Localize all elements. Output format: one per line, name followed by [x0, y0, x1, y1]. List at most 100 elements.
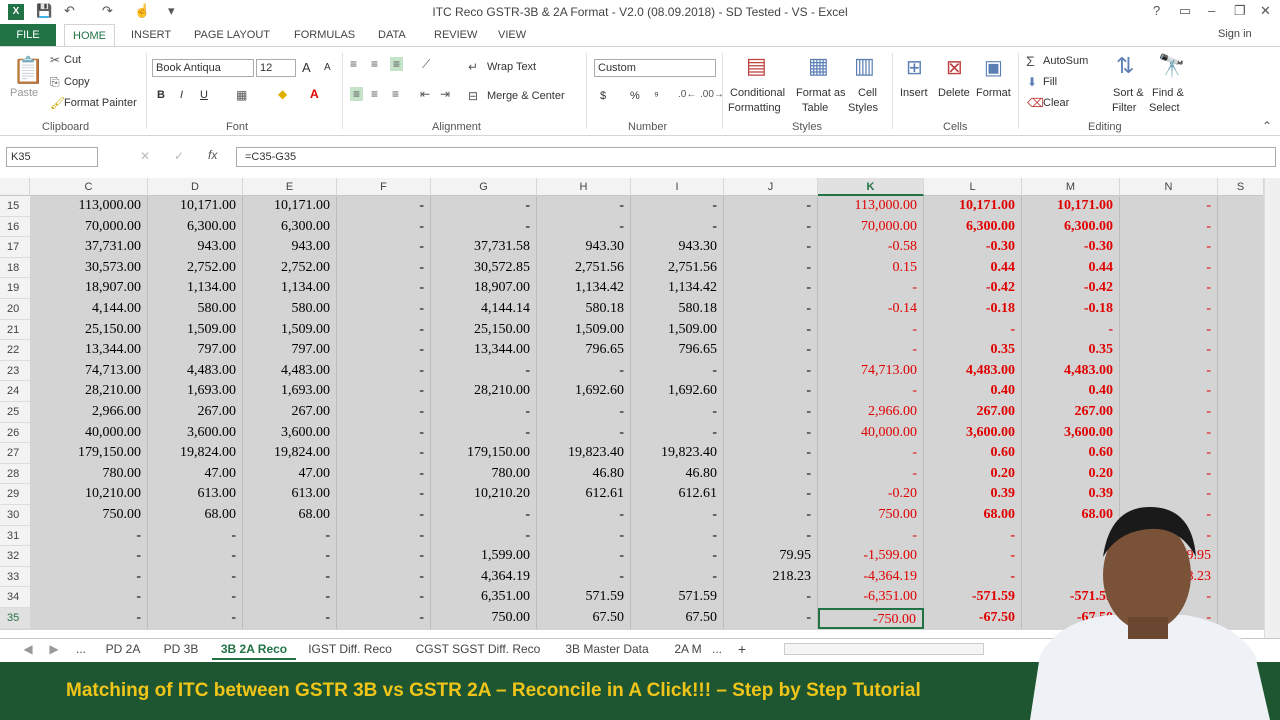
cell-e18[interactable]: 2,752.00	[243, 257, 337, 279]
cell-m17[interactable]: -0.30	[1022, 237, 1120, 258]
cell-k28[interactable]: -	[818, 463, 924, 485]
cell-d25[interactable]: 267.00	[148, 402, 243, 423]
cell-n16[interactable]: -	[1120, 216, 1218, 238]
cell-m15[interactable]: 10,171.00	[1022, 196, 1120, 217]
format-as-table-label-2[interactable]: Table	[802, 102, 828, 114]
cell-f22[interactable]: -	[337, 340, 431, 361]
delete-cells-button[interactable]: Delete	[938, 87, 970, 99]
row-header[interactable]: 20	[0, 299, 30, 320]
align-middle-icon[interactable]: ≡	[371, 57, 378, 71]
cell-d35[interactable]: -	[148, 608, 243, 629]
cell-j30[interactable]: -	[724, 505, 818, 526]
cell-g25[interactable]: -	[431, 402, 537, 423]
percent-button[interactable]: %	[630, 90, 640, 102]
format-painter-button[interactable]: Format Painter	[64, 97, 137, 109]
cell-h26[interactable]: -	[537, 422, 631, 444]
cell-g33[interactable]: 4,364.19	[431, 566, 537, 588]
cell-d15[interactable]: 10,171.00	[148, 196, 243, 217]
cell-c20[interactable]: 4,144.00	[30, 299, 148, 320]
cell-k30[interactable]: 750.00	[818, 505, 924, 526]
format-as-table-icon[interactable]: ▦	[808, 53, 829, 79]
cell-c31[interactable]: -	[30, 525, 148, 547]
cell-h22[interactable]: 796.65	[537, 340, 631, 361]
cell-n25[interactable]: -	[1120, 402, 1218, 423]
orientation-icon[interactable]: ⟋	[422, 57, 430, 72]
cell-c27[interactable]: 179,150.00	[30, 443, 148, 464]
column-header-d[interactable]: D	[148, 178, 243, 196]
decrease-indent-icon[interactable]: ⇤	[420, 87, 430, 101]
sheet-nav-more[interactable]: ...	[70, 639, 92, 660]
row-header[interactable]: 23	[0, 360, 30, 382]
cell-h31[interactable]: -	[537, 525, 631, 547]
close-icon[interactable]: ✕	[1260, 3, 1271, 19]
cell-g21[interactable]: 25,150.00	[431, 319, 537, 341]
column-header-c[interactable]: C	[30, 178, 148, 196]
grow-font-button[interactable]: A	[302, 60, 311, 75]
cell-h33[interactable]: -	[537, 566, 631, 588]
increase-decimal-icon[interactable]: .0←	[678, 89, 696, 100]
cell-m25[interactable]: 267.00	[1022, 402, 1120, 423]
cell-c18[interactable]: 30,573.00	[30, 257, 148, 279]
cell-n24[interactable]: -	[1120, 381, 1218, 402]
cell-l25[interactable]: 267.00	[924, 402, 1022, 423]
cell-m22[interactable]: 0.35	[1022, 340, 1120, 361]
cell-l34[interactable]: -571.59	[924, 587, 1022, 608]
column-header-n[interactable]: N	[1120, 178, 1218, 196]
cell-e29[interactable]: 613.00	[243, 484, 337, 505]
row-header[interactable]: 31	[0, 525, 30, 547]
increase-indent-icon[interactable]: ⇥	[440, 87, 450, 101]
cell-h30[interactable]: -	[537, 505, 631, 526]
autosum-icon[interactable]: Σ	[1026, 53, 1035, 69]
cell-j34[interactable]: -	[724, 587, 818, 608]
insert-cells-icon[interactable]: ⊞	[906, 55, 923, 80]
cell-l18[interactable]: 0.44	[924, 257, 1022, 279]
cell-f32[interactable]: -	[337, 546, 431, 567]
name-box[interactable]: K35	[6, 147, 98, 167]
cell-g27[interactable]: 179,150.00	[431, 443, 537, 464]
cell-n26[interactable]: -	[1120, 422, 1218, 444]
cell-styles-icon[interactable]: ▥	[854, 53, 875, 79]
cell-i32[interactable]: -	[631, 546, 724, 567]
cell-m29[interactable]: 0.39	[1022, 484, 1120, 505]
tab-insert[interactable]: INSERT	[131, 24, 171, 46]
cell-l28[interactable]: 0.20	[924, 463, 1022, 485]
cell-l17[interactable]: -0.30	[924, 237, 1022, 258]
add-sheet-button[interactable]: +	[732, 639, 752, 660]
cell-c21[interactable]: 25,150.00	[30, 319, 148, 341]
cell-i27[interactable]: 19,823.40	[631, 443, 724, 464]
cell-i24[interactable]: 1,692.60	[631, 381, 724, 402]
find-select-label[interactable]: Find &	[1152, 87, 1184, 99]
cell-h23[interactable]: -	[537, 360, 631, 382]
cell-e26[interactable]: 3,600.00	[243, 422, 337, 444]
format-as-table-label[interactable]: Format as	[796, 87, 846, 99]
copy-button[interactable]: Copy	[64, 76, 90, 88]
cell-h28[interactable]: 46.80	[537, 463, 631, 485]
cell-c15[interactable]: 113,000.00	[30, 196, 148, 217]
cell-c26[interactable]: 40,000.00	[30, 422, 148, 444]
decrease-decimal-icon[interactable]: .00→	[700, 89, 724, 100]
cell-h24[interactable]: 1,692.60	[537, 381, 631, 402]
cell-g16[interactable]: -	[431, 216, 537, 238]
cell-c19[interactable]: 18,907.00	[30, 278, 148, 299]
sheet-tab-cgst-sgst-diff-reco[interactable]: CGST SGST Diff. Reco	[410, 639, 546, 660]
cell-f16[interactable]: -	[337, 216, 431, 238]
cell-g22[interactable]: 13,344.00	[431, 340, 537, 361]
cell-c32[interactable]: -	[30, 546, 148, 567]
cell-e31[interactable]: -	[243, 525, 337, 547]
cell-e15[interactable]: 10,171.00	[243, 196, 337, 217]
cell-k23[interactable]: 74,713.00	[818, 360, 924, 382]
cell-styles-label-2[interactable]: Styles	[848, 102, 878, 114]
cell-g18[interactable]: 30,572.85	[431, 257, 537, 279]
italic-button[interactable]: I	[180, 89, 183, 101]
cell-styles-label[interactable]: Cell	[858, 87, 877, 99]
sort-filter-label-2[interactable]: Filter	[1112, 102, 1136, 114]
cell-l22[interactable]: 0.35	[924, 340, 1022, 361]
cell-k34[interactable]: -6,351.00	[818, 587, 924, 608]
conditional-formatting-label[interactable]: Conditional	[730, 87, 785, 99]
font-family-select[interactable]: Book Antiqua	[152, 59, 254, 77]
cell-h20[interactable]: 580.18	[537, 299, 631, 320]
cell-g32[interactable]: 1,599.00	[431, 546, 537, 567]
cell-j15[interactable]: -	[724, 196, 818, 217]
cell-d34[interactable]: -	[148, 587, 243, 608]
row-header[interactable]: 24	[0, 381, 30, 402]
